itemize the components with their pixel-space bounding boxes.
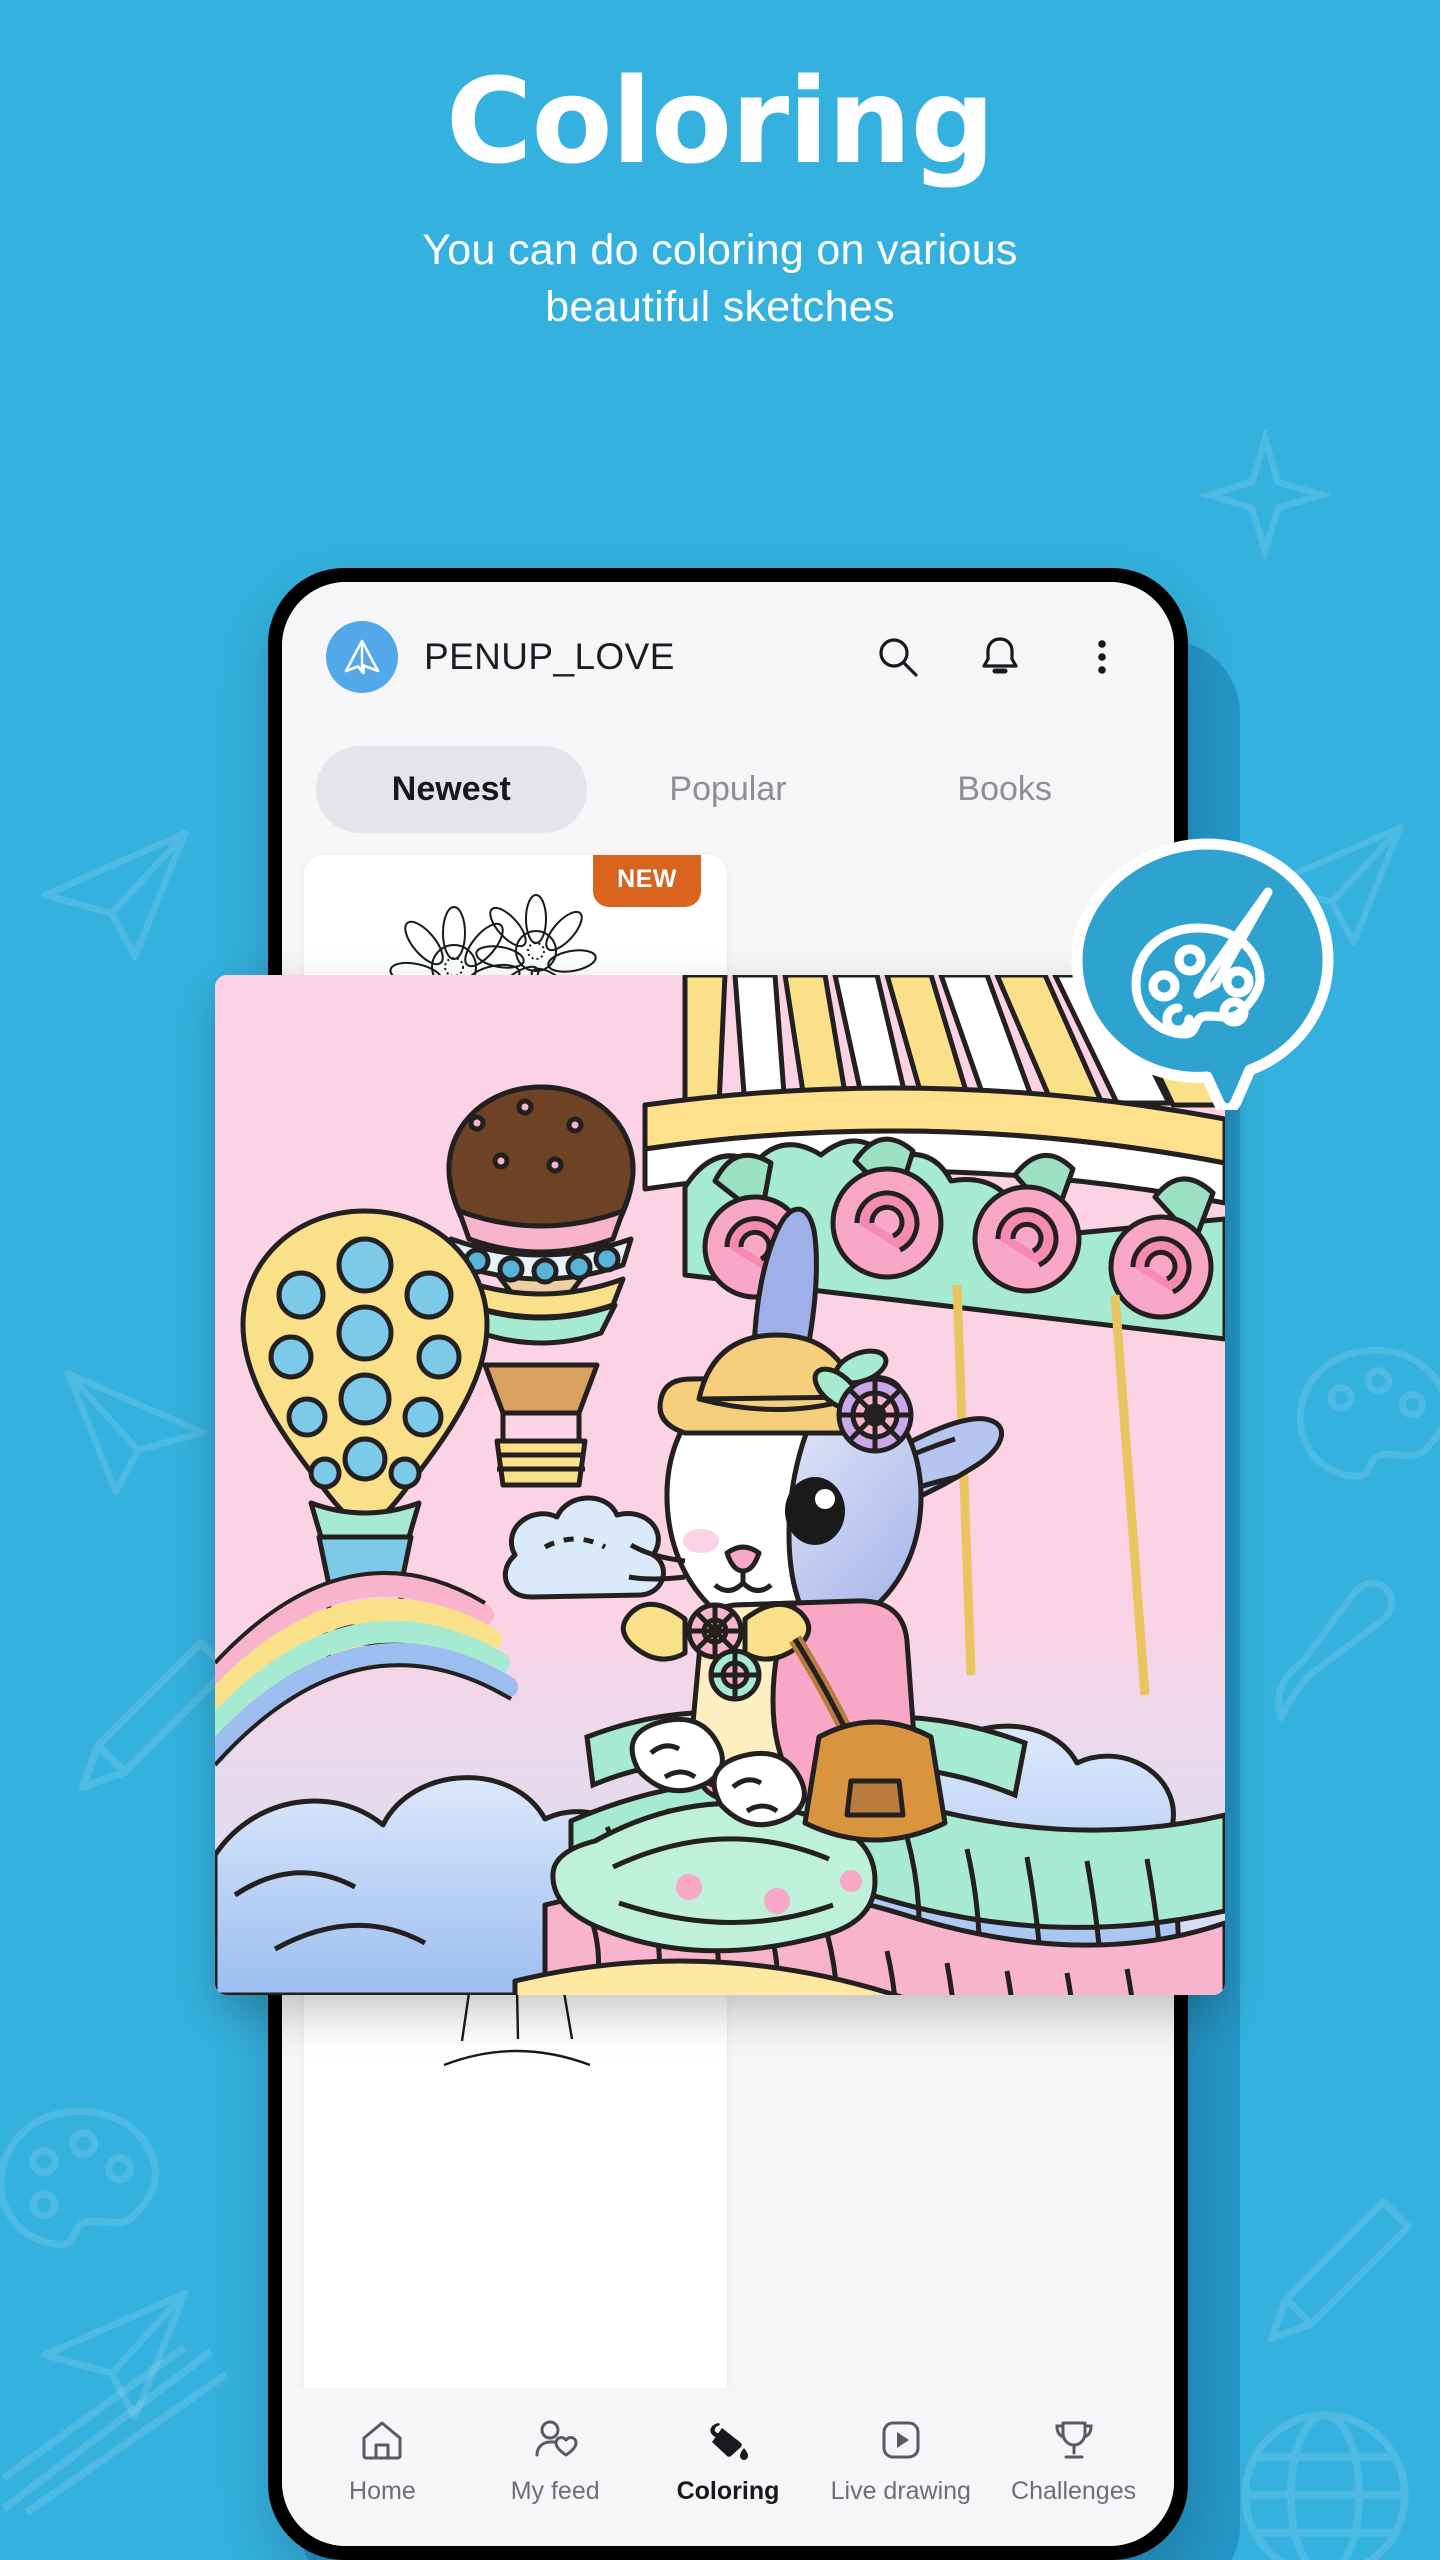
scribble-doodle: [1, 2344, 229, 2516]
bottom-navigation: Home My feed Coloring Live drawing Chall…: [282, 2388, 1174, 2546]
nav-label-challenges: Challenges: [1011, 2476, 1137, 2505]
palette-badge[interactable]: [1068, 832, 1346, 1115]
app-bar: PENUP_LOVE: [282, 582, 1174, 732]
bell-icon[interactable]: [974, 631, 1026, 683]
nav-item-my-feed[interactable]: My feed: [469, 2417, 642, 2506]
sparkle-doodle: [1200, 430, 1330, 560]
category-tabs: Newest Popular Books: [282, 732, 1174, 855]
brand-block[interactable]: PENUP_LOVE: [326, 621, 872, 693]
palette-doodle: [0, 2107, 160, 2249]
nav-label-coloring: Coloring: [676, 2476, 780, 2505]
paint-bucket-icon: [710, 2422, 748, 2460]
nav-label-home: Home: [349, 2476, 416, 2505]
page-title: Coloring: [445, 52, 995, 190]
tab-popular[interactable]: Popular: [593, 746, 864, 833]
penup-plane-icon: [326, 621, 398, 693]
nav-item-home[interactable]: Home: [296, 2417, 469, 2506]
featured-coloring-artwork[interactable]: [215, 975, 1225, 1995]
status-badge: NEW: [593, 855, 701, 907]
app-bar-actions: [872, 631, 1128, 683]
tab-books[interactable]: Books: [869, 746, 1140, 833]
hero-section: Coloring You can do coloring on various …: [0, 0, 1440, 336]
subtitle-line-2: beautiful sketches: [545, 282, 895, 331]
paper-plane-doodle: [41, 830, 189, 961]
palette-brush-icon: [1071, 838, 1334, 1115]
tab-newest[interactable]: Newest: [316, 746, 587, 833]
brush-doodle: [1275, 1579, 1396, 1722]
search-icon[interactable]: [872, 631, 924, 683]
person-heart-icon: [535, 2420, 578, 2456]
trophy-icon: [1055, 2421, 1093, 2458]
page-subtitle: You can do coloring on various beautiful…: [0, 180, 1440, 336]
nav-item-coloring[interactable]: Coloring: [642, 2417, 815, 2506]
home-icon: [362, 2421, 402, 2459]
more-vertical-icon[interactable]: [1076, 631, 1128, 683]
rabbit-balloons-artwork: [215, 975, 1225, 1995]
subtitle-line-1: You can do coloring on various: [422, 226, 1018, 274]
nav-label-live-drawing: Live drawing: [830, 2476, 971, 2505]
nav-label-my-feed: My feed: [510, 2476, 600, 2505]
pencil-doodle: [1268, 2198, 1412, 2342]
play-square-icon: [882, 2421, 920, 2458]
nav-item-live-drawing[interactable]: Live drawing: [814, 2417, 987, 2506]
paper-plane-doodle: [64, 1370, 206, 1495]
paper-plane-doodle: [41, 2290, 189, 2420]
brand-name-label: PENUP_LOVE: [424, 636, 675, 677]
palette-doodle: [1296, 1346, 1440, 1480]
nav-item-challenges[interactable]: Challenges: [987, 2417, 1160, 2506]
globe-doodle: [1241, 2411, 1409, 2560]
